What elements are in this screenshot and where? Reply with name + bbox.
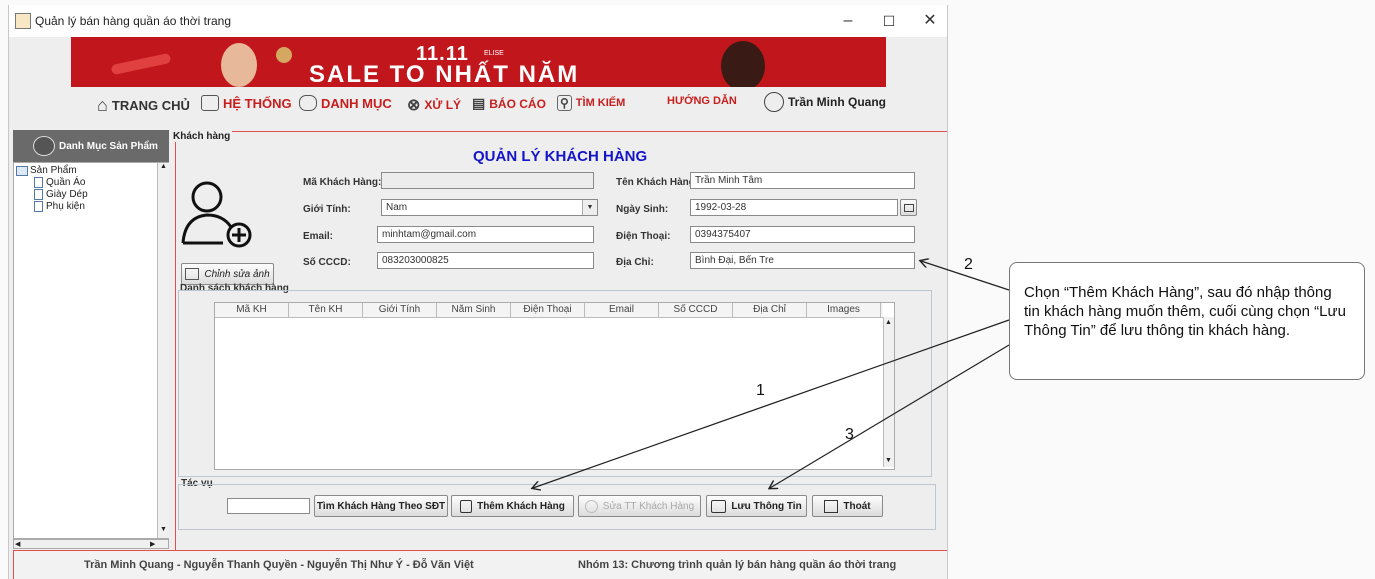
- step-number-3: 3: [845, 426, 854, 443]
- step-number-1: 1: [756, 382, 765, 399]
- step-number-2: 2: [964, 256, 973, 273]
- arrow-to-add-button: [533, 319, 1010, 488]
- arrow-to-save-button: [770, 344, 1010, 488]
- instruction-callout: Chọn “Thêm Khách Hàng”, sau đó nhập thôn…: [1009, 262, 1365, 380]
